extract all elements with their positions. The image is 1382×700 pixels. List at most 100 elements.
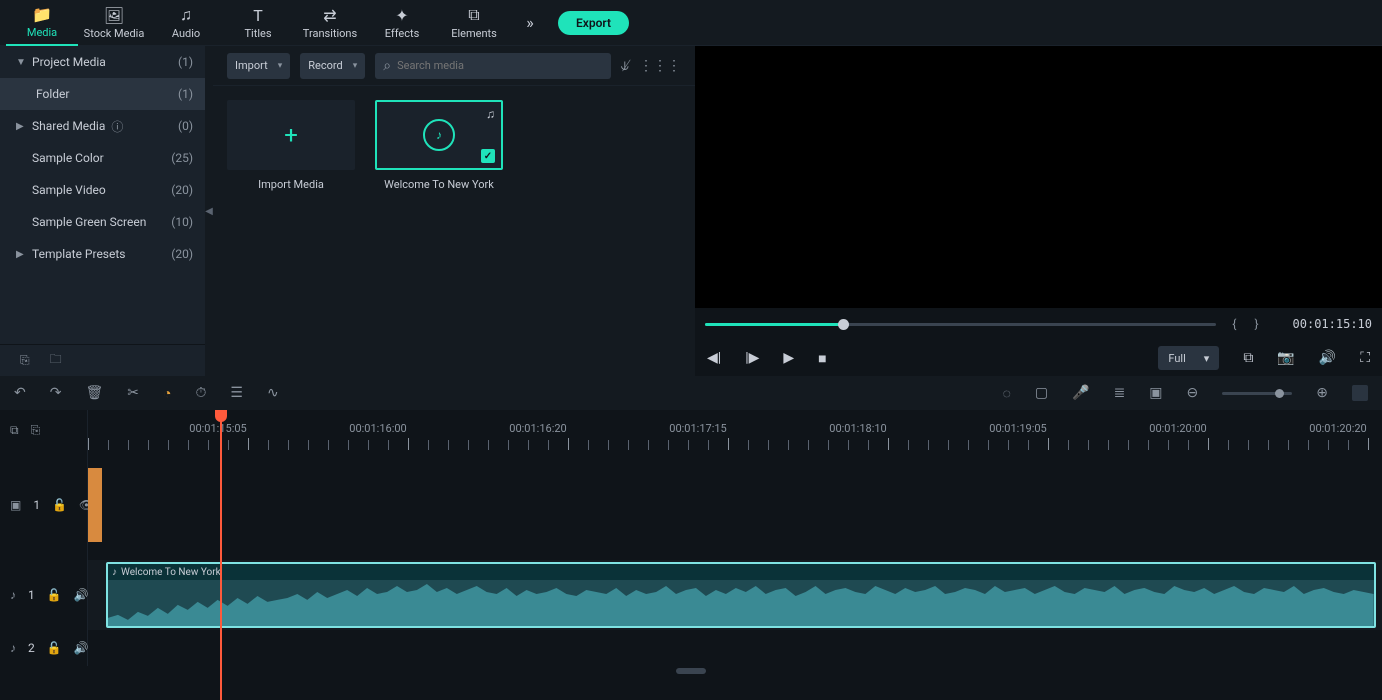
sidebar-item-sample-green-screen[interactable]: Sample Green Screen (10) [0, 206, 205, 238]
collapse-sidebar-handle[interactable]: ◀ [205, 46, 213, 376]
tab-media[interactable]: 📁 Media [6, 0, 78, 46]
count-badge: (10) [171, 215, 193, 229]
search-input[interactable] [397, 59, 603, 72]
audio-clip-welcome-to-new-york[interactable]: ♪Welcome To New York [106, 562, 1376, 628]
tab-label: Media [27, 26, 57, 39]
scrollbar-thumb[interactable] [676, 668, 706, 674]
progress-knob[interactable] [838, 319, 849, 330]
search-media-box[interactable]: ⌕ [375, 53, 610, 79]
voiceover-icon[interactable]: 🎤 [1072, 385, 1089, 401]
effects-icon: ✦ [395, 6, 408, 25]
display-settings-icon[interactable]: ⧉ [1243, 350, 1253, 366]
render-icon[interactable]: ◌ [1003, 385, 1011, 402]
undo-icon[interactable]: ↶ [14, 385, 26, 401]
grid-view-icon[interactable]: ⋮⋮⋮ [639, 58, 681, 74]
play-button[interactable]: ▶ [783, 350, 794, 366]
link-icon[interactable]: ⎘ [31, 423, 41, 438]
chevron-down-icon: ▾ [1204, 352, 1210, 365]
count-badge: (20) [171, 247, 193, 261]
audio-track-2[interactable] [88, 630, 1382, 666]
speed-icon[interactable]: ◔ [163, 385, 171, 402]
folder-open-icon[interactable]: 🗀 [50, 350, 62, 371]
more-tabs-icon[interactable]: » [510, 13, 550, 32]
tab-elements[interactable]: ⧉ Elements [438, 0, 510, 46]
sidebar-item-folder[interactable]: Folder (1) [0, 78, 205, 110]
preview-viewport[interactable] [695, 46, 1382, 308]
timeline-toolbar: ↶ ↷ 🗑 ✂ ◔ ⏱ ☰ ∿ ◌ ▢ 🎤 ≣ ▣ ⊖ ⊕ [0, 376, 1382, 410]
sidebar-item-shared-media[interactable]: ▶Shared Media ⓘ (0) [0, 110, 205, 142]
sidebar-item-label: Shared Media [32, 119, 105, 133]
lock-icon[interactable]: 🔓 [47, 641, 62, 655]
timeline-scrollbar[interactable] [0, 666, 1382, 676]
clip-title: Welcome To New York [121, 567, 221, 578]
range-icon[interactable]: ⧉ [10, 423, 19, 438]
plus-icon: + [284, 121, 298, 149]
ruler-tick-label: 00:01:16:20 [509, 422, 566, 435]
sidebar-item-sample-video[interactable]: Sample Video (20) [0, 174, 205, 206]
video-track-icon: ▣ [10, 498, 21, 512]
marker-icon[interactable]: ▢ [1035, 385, 1048, 401]
tab-titles[interactable]: T Titles [222, 0, 294, 46]
progress-slider[interactable] [705, 323, 1216, 326]
redo-icon[interactable]: ↷ [50, 385, 62, 401]
new-folder-icon[interactable]: ⎘ [20, 353, 30, 368]
tab-effects[interactable]: ✦ Effects [366, 0, 438, 46]
video-track-1[interactable] [88, 450, 1382, 560]
timeline-view-toggle[interactable] [1352, 385, 1368, 401]
waveform [108, 580, 1374, 628]
video-clip[interactable] [88, 468, 102, 542]
volume-icon[interactable]: 🔊 [1319, 350, 1336, 366]
mark-in-out-braces[interactable]: {} [1232, 317, 1276, 331]
zoom-slider[interactable] [1222, 392, 1292, 395]
sidebar-item-label: Sample Video [32, 183, 106, 197]
tab-label: Effects [385, 27, 420, 40]
track-number: 2 [28, 641, 35, 655]
import-media-tile[interactable]: + Import Media [227, 100, 355, 191]
sidebar-item-project-media[interactable]: ▼Project Media (1) [0, 46, 205, 78]
sidebar-item-label: Sample Color [32, 151, 104, 165]
count-badge: (25) [171, 151, 193, 165]
stop-button[interactable]: ■ [818, 350, 826, 367]
zoom-out-icon[interactable]: ⊖ [1187, 385, 1199, 401]
audio-track-1[interactable]: ♪Welcome To New York [88, 560, 1382, 630]
stopwatch-icon[interactable]: ⏱ [195, 385, 206, 401]
delete-icon[interactable]: 🗑 [85, 385, 103, 401]
chevron-right-icon: ▶ [16, 249, 26, 260]
ruler-tick-label: 00:01:20:00 [1149, 422, 1206, 435]
record-dropdown[interactable]: Record▾ [300, 53, 365, 79]
snapshot-icon[interactable]: 📷 [1277, 350, 1294, 366]
lock-icon[interactable]: 🔓 [52, 498, 67, 512]
lock-icon[interactable]: 🔓 [47, 588, 62, 602]
mute-icon[interactable]: 🔊 [74, 588, 89, 602]
zoom-knob[interactable] [1275, 389, 1284, 398]
media-item-welcome-to-new-york[interactable]: ♪ ♫ ✓ Welcome To New York [375, 100, 503, 191]
sidebar-item-label: Template Presets [32, 247, 125, 261]
audio-icon: ♫ [180, 5, 192, 25]
next-frame-button[interactable]: |▶ [745, 350, 759, 366]
audio-mixer-icon[interactable]: ≣ [1114, 385, 1126, 401]
import-dropdown[interactable]: Import▾ [227, 53, 290, 79]
fullscreen-icon[interactable]: ⛶ [1360, 350, 1370, 366]
export-button[interactable]: Export [558, 11, 629, 35]
timeline-ruler[interactable]: 00:01:15:05 00:01:16:00 00:01:16:20 00:0… [88, 410, 1382, 450]
sidebar-item-template-presets[interactable]: ▶ Template Presets (20) [0, 238, 205, 270]
mute-icon[interactable]: 🔊 [74, 641, 89, 655]
prev-frame-button[interactable]: ◀| [707, 350, 721, 366]
tab-transitions[interactable]: ⇄ Transitions [294, 0, 366, 46]
ruler-tick-label: 00:01:19:05 [989, 422, 1046, 435]
split-icon[interactable]: ✂ [127, 385, 139, 401]
search-icon: ⌕ [383, 58, 391, 74]
tab-label: Titles [244, 27, 271, 40]
filter-icon[interactable]: ⫝̸ [621, 58, 629, 74]
tab-stock-media[interactable]: 🖼 Stock Media [78, 0, 150, 46]
media-item-label: Import Media [258, 178, 324, 191]
zoom-in-icon[interactable]: ⊕ [1316, 385, 1328, 401]
ruler-tick-label: 00:01:20:20 [1309, 422, 1366, 435]
titles-icon: T [253, 6, 263, 25]
settings-icon[interactable]: ☰ [230, 385, 243, 401]
tab-audio[interactable]: ♫ Audio [150, 0, 222, 46]
image-icon[interactable]: ▣ [1149, 385, 1162, 401]
quality-dropdown[interactable]: Full▾ [1158, 346, 1219, 370]
audio-wave-icon[interactable]: ∿ [267, 385, 279, 401]
sidebar-item-sample-color[interactable]: Sample Color (25) [0, 142, 205, 174]
